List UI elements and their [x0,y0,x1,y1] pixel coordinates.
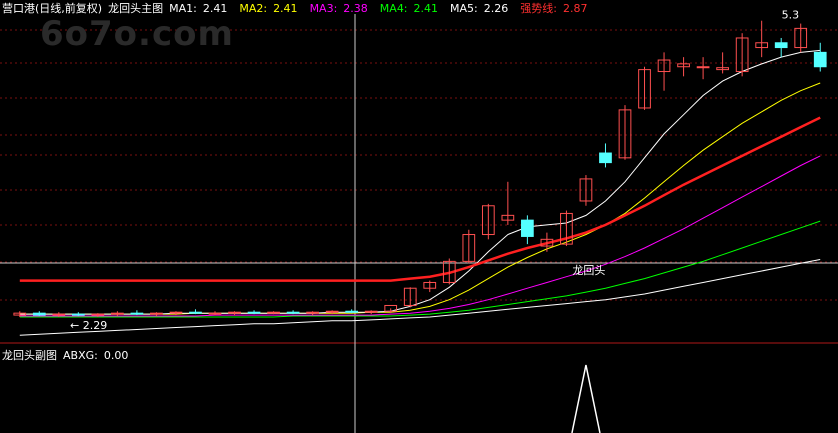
candle-body-4 [91,313,105,316]
ma5-value: 2.26 [483,2,509,15]
candle-body-14 [286,311,300,314]
main-chart-header: 营口港(日线,前复权) 龙回头主图 MA1: 2.41 MA2: 2.41 MA3: 2.38… [2,0,599,16]
annotation-label-0: ← 2.29 [70,319,107,332]
sub-chart [571,364,601,433]
ma5-label: MA5: [450,2,478,15]
chart-marks: ← 2.29 5.3 龙回头 [13,9,827,336]
annotation-label-2: 龙回头 [572,264,605,277]
candle-body-2 [52,313,66,316]
watermark: 6o7o.com [40,14,234,54]
candle-body-16 [325,310,339,313]
ma3-line [19,155,821,317]
strong-line [19,116,821,282]
candle-body-18 [364,310,378,313]
main-chart-title: 龙回头主图 [108,2,164,15]
ma3-label: MA3: [309,2,338,15]
candle-body-41 [813,51,827,68]
candle-body-6 [130,312,144,315]
candle-body-3 [71,313,85,316]
abxg-label: ABXG: [63,349,98,362]
candle-body-35 [696,66,710,69]
candle-body-11 [228,311,241,314]
candle-body-10 [208,312,222,315]
annotation-label-1: 5.3 [782,9,800,22]
ma4-value: 2.41 [413,2,439,15]
ma2-label: MA2: [239,2,268,15]
ma1-label: MA1: [169,2,197,15]
candle-body-1 [32,312,46,316]
sub-chart-title: 龙回头副图 [2,349,57,362]
ma2-value: 2.41 [273,2,298,15]
ma4-label: MA4: [379,2,408,15]
sub-chart-header: 龙回头副图 ABXG: 0.00 [2,347,140,363]
candle-body-26 [521,219,534,237]
candle-body-15 [306,311,319,314]
kline-chart[interactable]: ← 2.29 5.3 龙回头 [0,0,838,433]
candle-body-39 [774,42,788,49]
abxg-signal-spike [571,364,601,433]
grid-lines [0,14,838,433]
candle-body-17 [345,310,359,313]
abxg-value: 0.00 [103,349,129,362]
candle-body-5 [111,312,124,315]
ma1-value: 2.41 [202,2,228,15]
ma5-line [19,259,821,336]
ma1-line [19,49,821,315]
strong-line-value: 2.87 [562,2,588,15]
candle-body-8 [169,311,183,314]
candle-body-30 [599,152,612,164]
strong-line-label: 强势线: [520,2,557,15]
candle-body-13 [267,311,280,314]
candle-body-7 [150,312,163,315]
ma3-value: 2.38 [343,2,368,15]
candle-body-9 [189,311,202,314]
stock-name[interactable]: 营口港(日线,前复权) [2,2,102,15]
candle-body-12 [247,311,261,314]
